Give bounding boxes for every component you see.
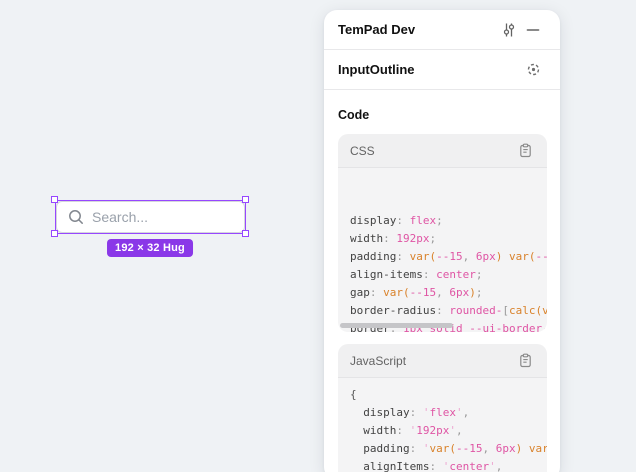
minimize-button[interactable] <box>521 18 545 42</box>
selection-handle-bottom-right[interactable] <box>242 230 249 237</box>
javascript-block-header: JavaScript <box>338 344 547 378</box>
component-name: InputOutline <box>338 62 415 77</box>
code-line: width: '192px', <box>350 422 547 440</box>
minus-icon <box>526 23 540 37</box>
search-input[interactable]: Search... <box>56 201 245 233</box>
code-line: width: 192px; <box>350 230 547 248</box>
css-block-label: CSS <box>350 144 375 158</box>
code-line: padding: 'var(--15, 6px) var(--15, 6px)'… <box>350 440 547 458</box>
clipboard-icon <box>518 143 533 158</box>
css-code-block: CSS display: flex;width: 192px;padding: … <box>338 134 547 332</box>
copy-javascript-button[interactable] <box>513 349 537 373</box>
preferences-button[interactable] <box>497 18 521 42</box>
selection-handle-bottom-left[interactable] <box>51 230 58 237</box>
javascript-code: { display: 'flex', width: '192px', paddi… <box>338 378 547 472</box>
sliders-icon <box>501 22 517 38</box>
panel-header: TemPad Dev <box>324 10 560 50</box>
javascript-code-block: JavaScript { display: 'flex', width: '19… <box>338 344 547 472</box>
locate-button[interactable] <box>521 58 545 82</box>
search-icon <box>67 208 85 226</box>
code-line: { <box>350 386 547 404</box>
tempad-dev-panel: TemPad Dev InputOutline Code <box>324 10 560 472</box>
code-line: display: 'flex', <box>350 404 547 422</box>
crosshair-icon <box>526 62 541 77</box>
panel-title: TemPad Dev <box>338 22 415 37</box>
code-line: padding: var(--15, 6px) var(--15, 6px); <box>350 248 547 266</box>
code-line: alignItems: 'center', <box>350 458 547 472</box>
code-blocks: CSS display: flex;width: 192px;padding: … <box>324 134 560 472</box>
copy-css-button[interactable] <box>513 139 537 163</box>
selection-handle-top-left[interactable] <box>51 196 58 203</box>
horizontal-scrollbar-thumb[interactable] <box>340 323 453 328</box>
javascript-block-label: JavaScript <box>350 354 406 368</box>
clipboard-icon <box>518 353 533 368</box>
css-code: display: flex;width: 192px;padding: var(… <box>338 168 547 332</box>
code-line: gap: var(--15, 6px); <box>350 284 547 302</box>
size-badge: 192 × 32 Hug <box>107 239 193 257</box>
code-line: border-radius: rounded-[calc(var(--radiu… <box>350 302 547 320</box>
code-line: display: flex; <box>350 212 547 230</box>
code-section-title: Code <box>338 108 560 122</box>
search-placeholder: Search... <box>92 209 148 225</box>
code-line: align-items: center; <box>350 266 547 284</box>
selection-handle-top-right[interactable] <box>242 196 249 203</box>
selected-component-row: InputOutline <box>324 50 560 90</box>
css-block-header: CSS <box>338 134 547 168</box>
